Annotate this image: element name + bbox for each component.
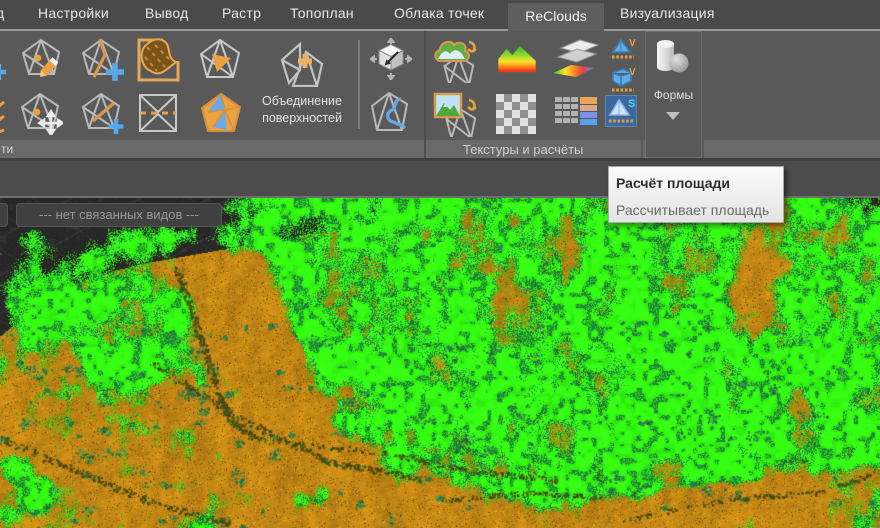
svg-text:S: S (628, 98, 635, 110)
svg-text:V: V (629, 67, 636, 78)
svg-text:V: V (629, 38, 636, 49)
